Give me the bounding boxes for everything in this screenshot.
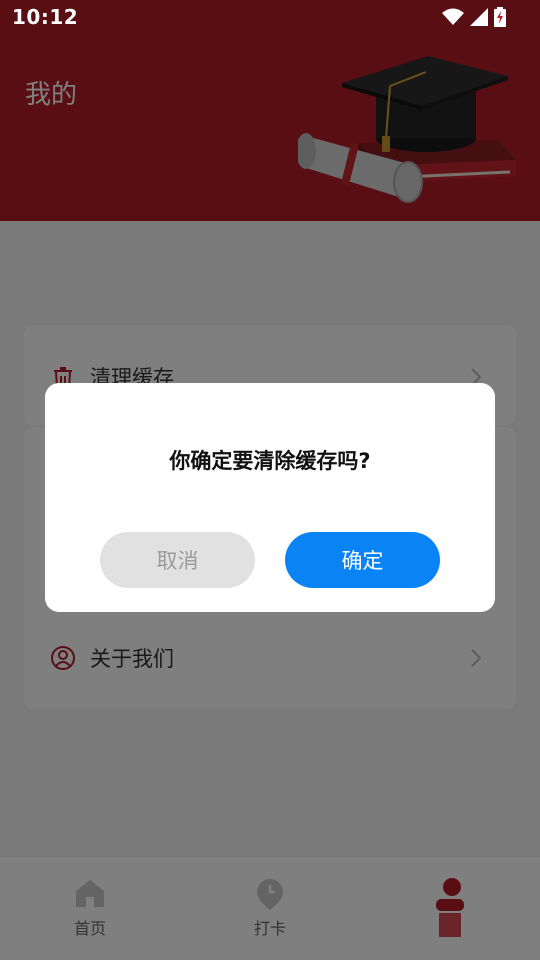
- signal-icon: [470, 8, 488, 26]
- status-time: 10:12: [12, 5, 79, 29]
- battery-icon: [494, 7, 506, 27]
- status-icons: [442, 7, 506, 27]
- dialog-message: 你确定要清除缓存吗?: [169, 449, 371, 473]
- cancel-button[interactable]: 取消: [100, 532, 255, 588]
- status-bar: 10:12: [0, 0, 540, 36]
- screen: 我的 10:12: [0, 0, 540, 960]
- wifi-icon: [442, 8, 464, 25]
- confirm-button[interactable]: 确定: [285, 532, 440, 588]
- confirm-dialog: 你确定要清除缓存吗? 取消 确定: [45, 383, 495, 612]
